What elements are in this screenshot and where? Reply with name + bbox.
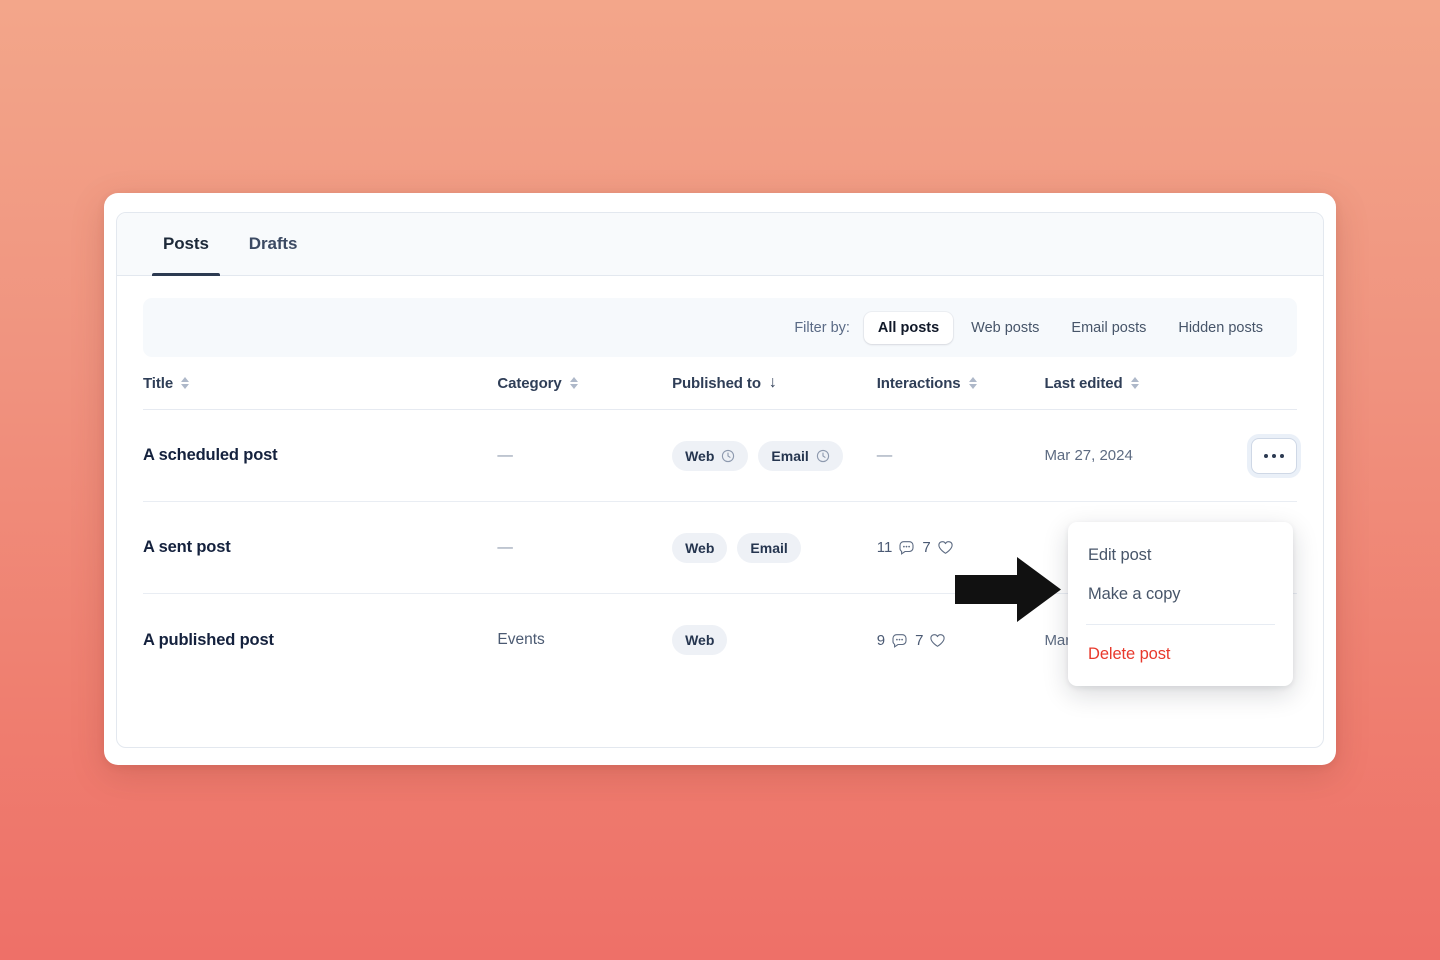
comment-count: 11 [877,539,916,556]
post-interactions: 9 7 [877,632,1045,649]
post-interactions: — [877,447,1045,465]
sort-toggle-icon[interactable] [1131,377,1139,389]
filter-by-label: Filter by: [794,320,850,336]
post-published-to: Web Email [672,533,877,563]
heart-icon [937,539,954,556]
posts-panel: Posts Drafts Filter by: All posts Web po… [116,212,1324,748]
sort-toggle-icon[interactable] [969,377,977,389]
comment-count-value: 9 [877,632,885,649]
like-count-value: 7 [915,632,923,649]
column-header-published-to[interactable]: Published to ↓ [672,375,877,392]
comment-count: 9 [877,632,908,649]
column-header-title[interactable]: Title [143,375,497,392]
filter-chip-all-posts[interactable]: All posts [864,312,953,344]
filter-chip-email-posts[interactable]: Email posts [1057,312,1160,344]
tab-posts-label: Posts [163,234,209,254]
badge-email: Email [737,533,800,563]
menu-item-edit-post[interactable]: Edit post [1068,536,1293,575]
heart-icon [929,632,946,649]
sort-toggle-icon[interactable] [181,377,189,389]
like-count: 7 [915,632,946,649]
menu-divider [1086,624,1275,625]
badge-email: Email [758,441,842,471]
kebab-dot [1280,454,1284,458]
badge-web: Web [672,625,727,655]
like-count: 7 [922,539,953,556]
column-header-category-label: Category [497,375,561,392]
badge-email-label: Email [771,448,808,464]
table-row[interactable]: A scheduled post — Web Email [143,410,1297,502]
badge-web: Web [672,533,727,563]
column-header-interactions-label: Interactions [877,375,961,392]
column-header-interactions[interactable]: Interactions [877,375,1045,392]
post-category: — [497,539,672,557]
badge-web-label: Web [685,632,714,648]
table-header-row: Title Category Published to ↓ Interactio… [143,357,1297,410]
filter-chip-web-posts[interactable]: Web posts [957,312,1053,344]
column-header-title-label: Title [143,375,173,392]
like-count-value: 7 [922,539,930,556]
sort-toggle-icon[interactable] [570,377,578,389]
column-header-published-to-label: Published to [672,375,761,392]
post-published-to: Web Email [672,441,877,471]
comment-count-value: 11 [877,539,893,556]
tab-drafts[interactable]: Drafts [229,213,318,275]
clock-icon [816,449,830,463]
post-title: A scheduled post [143,446,497,465]
comment-icon [898,539,915,556]
row-actions-menu-button[interactable] [1251,438,1297,474]
filter-chip-hidden-posts[interactable]: Hidden posts [1164,312,1277,344]
kebab-dot [1264,454,1268,458]
badge-web: Web [672,441,748,471]
comment-icon [891,632,908,649]
post-title: A published post [143,631,497,650]
filter-bar: Filter by: All posts Web posts Email pos… [143,298,1297,357]
post-published-to: Web [672,625,877,655]
column-header-last-edited-label: Last edited [1044,375,1122,392]
tab-posts[interactable]: Posts [143,213,229,275]
post-interactions: 11 7 [877,539,1045,556]
post-category: — [497,447,672,465]
clock-icon [721,449,735,463]
badge-web-label: Web [685,448,714,464]
post-actions [1219,438,1297,474]
sort-descending-icon[interactable]: ↓ [769,375,777,391]
badge-email-label: Email [750,540,787,556]
post-title: A sent post [143,538,497,557]
column-header-last-edited[interactable]: Last edited [1044,375,1219,392]
badge-web-label: Web [685,540,714,556]
post-last-edited: Mar 27, 2024 [1044,447,1219,464]
post-category: Events [497,631,672,649]
tab-drafts-label: Drafts [249,234,298,254]
kebab-dot [1272,454,1276,458]
row-context-menu[interactable]: Edit post Make a copy Delete post [1068,522,1293,686]
app-card: Posts Drafts Filter by: All posts Web po… [104,193,1336,765]
tab-bar: Posts Drafts [117,213,1323,276]
column-header-category[interactable]: Category [497,375,672,392]
menu-item-delete-post[interactable]: Delete post [1068,635,1293,674]
menu-item-make-a-copy[interactable]: Make a copy [1068,575,1293,614]
